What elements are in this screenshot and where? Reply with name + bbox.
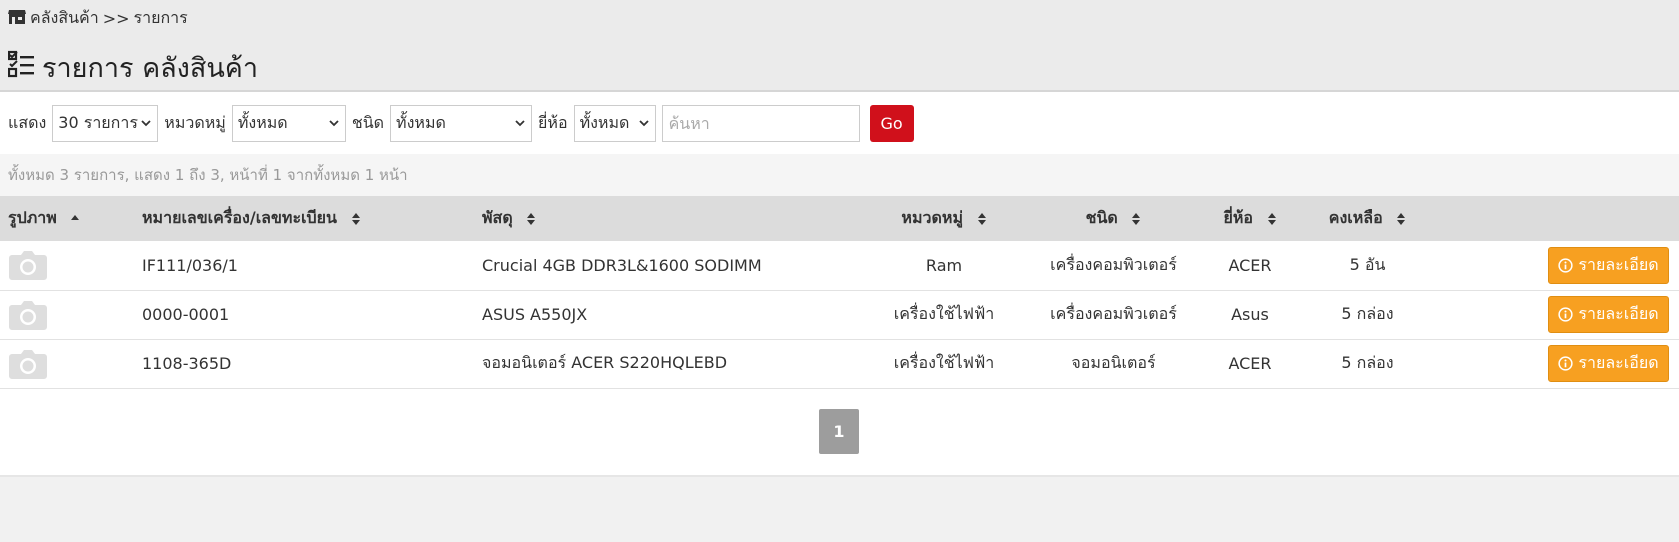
row-actions: รายละเอียด: [1435, 290, 1679, 339]
page-header: คลังสินค้า >> รายการ รายการ คลังสินค้า: [0, 0, 1679, 92]
filter-bar: แสดง 30 รายการ หมวดหมู่ ทั้งหมด ชนิด ทั้…: [0, 92, 1679, 154]
show-count-value: 30 รายการ: [58, 112, 138, 132]
table-row: 0000-0001 ASUS A550JX เครื่องใช้ไฟฟ้า เค…: [0, 290, 1679, 339]
brand-value: ทั้งหมด: [579, 112, 630, 132]
sort-icon: [977, 212, 986, 225]
table-row: IF111/036/1 Crucial 4GB DDR3L&1600 SODIM…: [0, 241, 1679, 290]
row-category: เครื่องใช้ไฟฟ้า: [893, 304, 995, 323]
detail-button[interactable]: รายละเอียด: [1548, 296, 1669, 333]
row-actions: รายละเอียด: [1435, 339, 1679, 388]
row-type: เครื่องคอมพิวเตอร์: [1050, 254, 1177, 274]
table-row: 1108-365D จอมอนิเตอร์ ACER S220HQLEBD เค…: [0, 339, 1679, 388]
column-header-actions: [1435, 196, 1679, 241]
checklist-icon: [7, 50, 36, 85]
chevron-down-icon: [638, 120, 649, 127]
type-label: ชนิด: [351, 112, 385, 132]
row-actions: รายละเอียด: [1435, 241, 1679, 290]
row-item: ASUS A550JX: [482, 305, 588, 324]
results-summary: ทั้งหมด 3 รายการ, แสดง 1 ถึง 3, หน้าที่ …: [0, 154, 1679, 196]
page-title-text: รายการ คลังสินค้า: [42, 53, 259, 84]
row-brand: ACER: [1228, 255, 1272, 275]
row-code: 1108-365D: [142, 354, 232, 373]
sort-icon: [1132, 212, 1141, 225]
pagination: 1: [0, 388, 1679, 477]
brand-select[interactable]: ทั้งหมด: [573, 104, 656, 142]
row-brand: ACER: [1228, 354, 1272, 373]
column-header-code[interactable]: หมายเลขเครื่อง/เลขทะเบียน: [141, 196, 481, 241]
sort-icon: [1397, 212, 1406, 225]
row-code: IF111/036/1: [142, 255, 238, 275]
show-label: แสดง: [8, 112, 47, 132]
column-header-image[interactable]: รูปภาพ: [0, 196, 141, 241]
inventory-table: รูปภาพ หมายเลขเครื่อง/เลขทะเบียน พัสดุ ห…: [0, 196, 1679, 389]
row-type: จอมอนิเตอร์: [1071, 353, 1156, 372]
row-stock: 5 กล่อง: [1341, 304, 1394, 323]
page-button-current[interactable]: 1: [819, 408, 859, 454]
sort-icon: [1267, 212, 1276, 225]
brand-label: ยี่ห้อ: [538, 112, 568, 132]
row-item: จอมอนิเตอร์ ACER S220HQLEBD: [482, 353, 728, 372]
go-button[interactable]: Go: [869, 104, 914, 142]
chevron-down-icon: [329, 120, 339, 127]
type-value: ทั้งหมด: [396, 112, 446, 132]
category-value: ทั้งหมด: [237, 112, 288, 132]
table-header-row: รูปภาพ หมายเลขเครื่อง/เลขทะเบียน พัสดุ ห…: [0, 196, 1679, 241]
breadcrumb-store-link[interactable]: คลังสินค้า: [30, 6, 99, 31]
sort-icon: [527, 212, 536, 225]
column-header-type[interactable]: ชนิด: [1027, 196, 1200, 241]
page-title: รายการ คลังสินค้า: [7, 46, 259, 89]
column-header-brand[interactable]: ยี่ห้อ: [1200, 196, 1300, 241]
row-code: 0000-0001: [142, 305, 230, 324]
sort-icon: [351, 212, 360, 225]
camera-icon: [9, 251, 47, 281]
row-category: เครื่องใช้ไฟฟ้า: [893, 353, 995, 372]
type-select[interactable]: ทั้งหมด: [390, 104, 533, 142]
column-header-category[interactable]: หมวดหมู่: [861, 196, 1027, 241]
row-item: Crucial 4GB DDR3L&1600 SODIMM: [482, 255, 762, 275]
camera-icon: [9, 349, 47, 379]
camera-icon: [9, 300, 47, 330]
row-image-cell: [0, 339, 141, 388]
row-brand: Asus: [1231, 305, 1269, 324]
search-input[interactable]: [661, 104, 860, 142]
row-category: Ram: [925, 255, 963, 275]
store-icon: [8, 9, 26, 29]
row-stock: 5 กล่อง: [1341, 353, 1394, 372]
column-header-item[interactable]: พัสดุ: [481, 196, 861, 241]
column-header-stock[interactable]: คงเหลือ: [1300, 196, 1435, 241]
info-circle-icon: [1558, 258, 1574, 273]
info-circle-icon: [1558, 307, 1574, 322]
detail-button[interactable]: รายละเอียด: [1548, 246, 1669, 284]
breadcrumb: คลังสินค้า >> รายการ: [8, 6, 188, 31]
row-stock: 5 อัน: [1349, 254, 1386, 274]
category-select[interactable]: ทั้งหมด: [231, 104, 346, 142]
breadcrumb-separator: >>: [102, 9, 130, 28]
show-count-select[interactable]: 30 รายการ: [52, 104, 159, 142]
detail-button[interactable]: รายละเอียด: [1548, 345, 1669, 382]
chevron-down-icon: [515, 120, 525, 127]
breadcrumb-current: รายการ: [133, 8, 188, 27]
row-type: เครื่องคอมพิวเตอร์: [1050, 304, 1177, 323]
category-label: หมวดหมู่: [164, 112, 226, 132]
row-image-cell: [0, 290, 141, 339]
chevron-down-icon: [141, 120, 151, 127]
row-image-cell: [0, 241, 141, 290]
content-panel: แสดง 30 รายการ หมวดหมู่ ทั้งหมด ชนิด ทั้…: [0, 92, 1679, 477]
sort-asc-icon: [71, 214, 80, 220]
info-circle-icon: [1558, 356, 1574, 371]
